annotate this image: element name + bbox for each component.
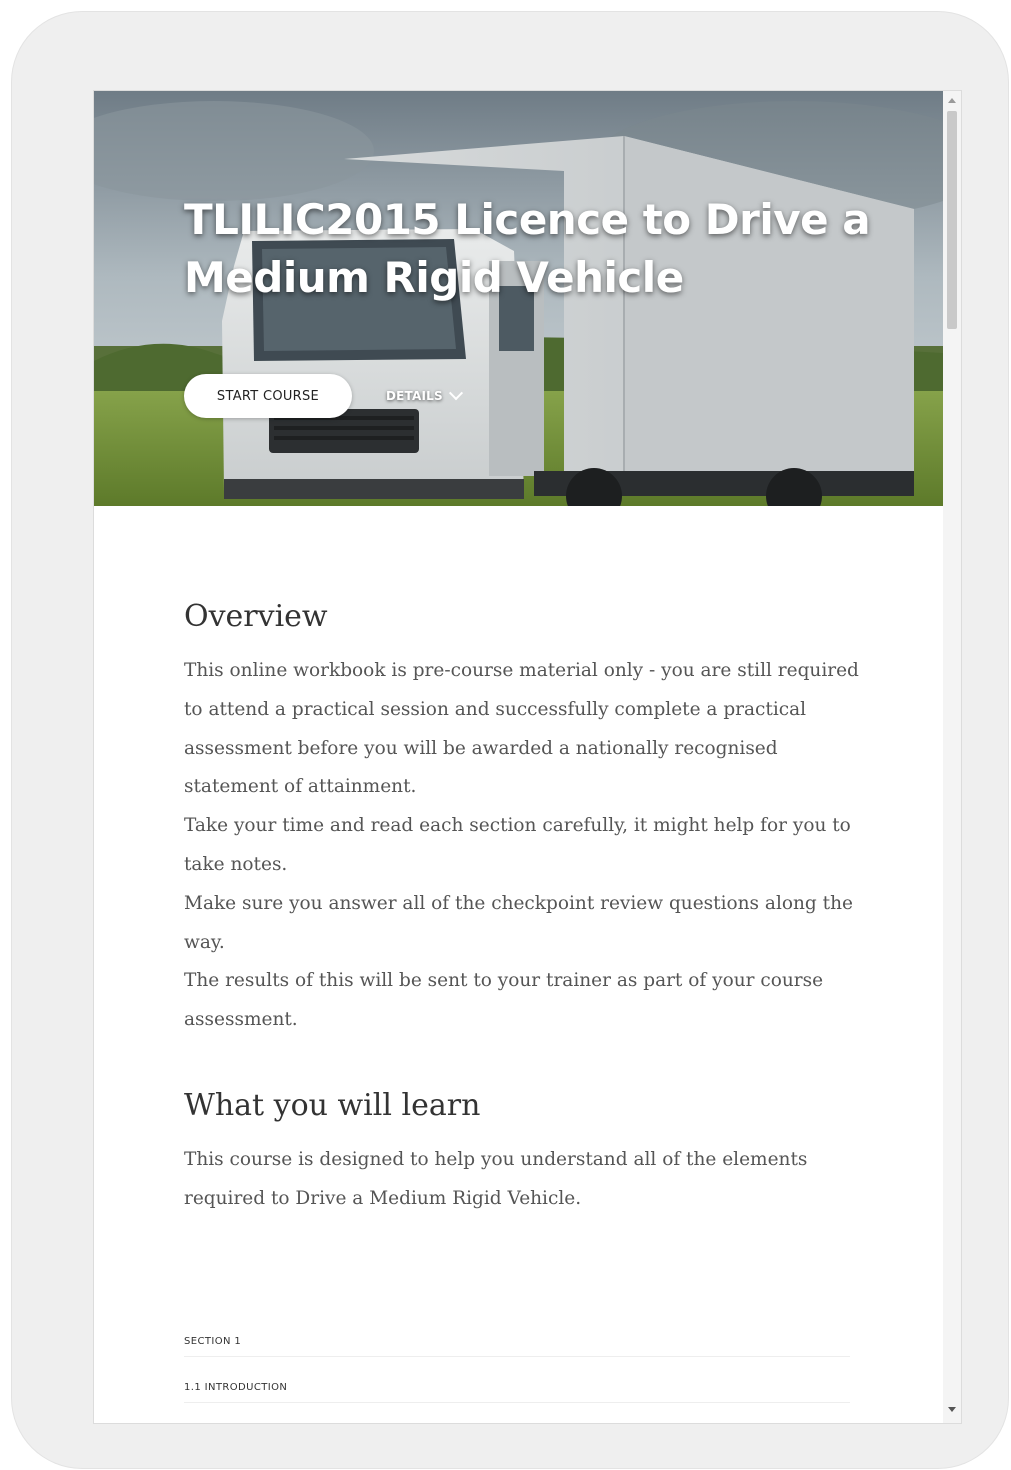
chevron-down-icon — [448, 386, 463, 401]
course-title: TLILIC2015 Licence to Drive a Medium Rig… — [184, 195, 871, 302]
tablet-frame: TLILIC2015 Licence to Drive a Medium Rig… — [12, 12, 1008, 1468]
details-label: DETAILS — [386, 389, 443, 403]
outline-lesson-1-1[interactable]: 1.1 INTRODUCTION — [184, 1382, 850, 1403]
overview-paragraph: Take your time and read each section car… — [184, 815, 851, 875]
outline-section-1[interactable]: SECTION 1 — [184, 1336, 850, 1357]
overview-heading: Overview — [184, 599, 328, 634]
vertical-scrollbar[interactable] — [943, 91, 961, 1423]
start-course-button[interactable]: START COURSE — [184, 374, 352, 418]
course-page: TLILIC2015 Licence to Drive a Medium Rig… — [94, 91, 943, 1423]
scrollbar-thumb[interactable] — [947, 111, 957, 329]
tablet-screen: TLILIC2015 Licence to Drive a Medium Rig… — [94, 91, 961, 1423]
overview-paragraph: Make sure you answer all of the checkpoi… — [184, 892, 853, 953]
course-hero-banner: TLILIC2015 Licence to Drive a Medium Rig… — [94, 91, 943, 506]
scroll-up-arrow-icon[interactable] — [948, 98, 956, 103]
what-you-will-learn-heading: What you will learn — [184, 1088, 481, 1123]
details-dropdown-button[interactable]: DETAILS — [386, 381, 463, 411]
scroll-down-arrow-icon[interactable] — [948, 1407, 956, 1412]
overview-paragraph: This online workbook is pre-course mater… — [184, 660, 859, 798]
overview-text: This online workbook is pre-course mater… — [184, 652, 864, 1040]
learn-paragraph: This course is designed to help you unde… — [184, 1149, 808, 1209]
what-you-will-learn-text: This course is designed to help you unde… — [184, 1141, 864, 1219]
overview-paragraph: The results of this will be sent to your… — [184, 970, 824, 1031]
